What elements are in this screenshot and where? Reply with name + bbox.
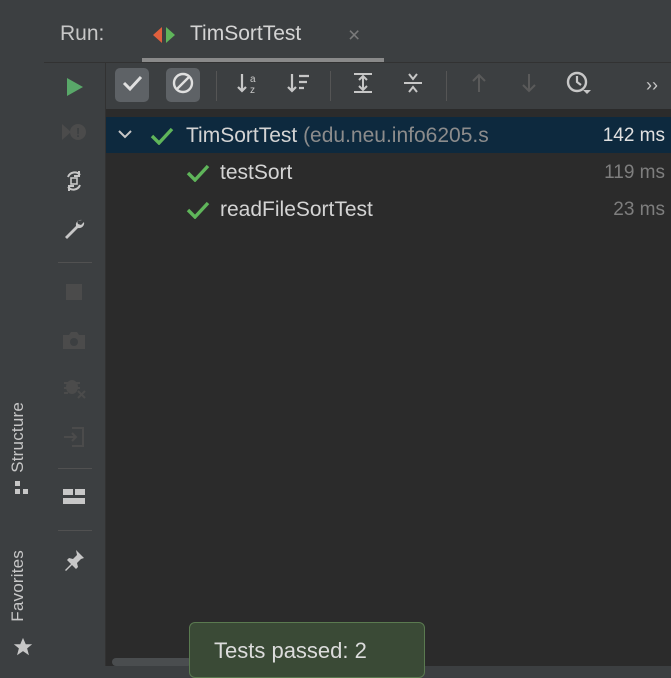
structure-icon [14, 480, 30, 501]
tab-underline [142, 58, 384, 62]
layout-button[interactable] [58, 483, 90, 515]
action-column: ! [44, 63, 106, 666]
tree-row-readfilesorttest[interactable]: readFileSortTest 23 ms [106, 191, 671, 227]
test-config-icon [152, 26, 178, 49]
down-arrow-icon [519, 71, 539, 100]
more-actions-button[interactable]: ›› [646, 75, 658, 96]
toast-text: Tests passed: 2 [214, 638, 367, 663]
test-history-button[interactable] [562, 68, 596, 102]
test-duration: 119 ms [604, 162, 665, 183]
root-test-duration: 142 ms [596, 125, 665, 147]
debug-button[interactable] [58, 373, 90, 405]
horizontal-scrollbar[interactable] [112, 658, 192, 666]
structure-tab[interactable]: Structure [8, 380, 38, 495]
debug-off-icon [61, 374, 87, 405]
next-failed-button[interactable] [512, 68, 546, 102]
run-icon [63, 76, 85, 103]
left-tool-strip: Structure Favorites [0, 0, 45, 666]
check-icon [186, 164, 210, 188]
collapse-all-icon [401, 71, 425, 100]
run-label: Run: [60, 22, 105, 45]
test-toolbar: az ›› [106, 63, 671, 109]
layout-icon [62, 487, 86, 512]
screenshot-button[interactable] [58, 326, 90, 358]
root-test-package: (edu.neu.info6205.s [297, 124, 489, 147]
sort-by-duration-button[interactable] [282, 68, 316, 102]
structure-tab-label: Structure [8, 402, 27, 473]
toolbar-separator [216, 71, 217, 101]
previous-failed-button[interactable] [462, 68, 496, 102]
show-ignored-icon [171, 71, 195, 100]
import-tests-button[interactable] [58, 423, 90, 455]
sort-duration-icon [286, 71, 312, 100]
toolbar-separator [330, 71, 331, 101]
sort-alpha-icon: az [236, 71, 262, 100]
show-ignored-button[interactable] [166, 68, 200, 102]
collapse-all-button[interactable] [396, 68, 430, 102]
check-icon [150, 127, 174, 151]
tab-timsorttest[interactable]: TimSortTest × [142, 0, 384, 62]
toggle-auto-test-button[interactable] [58, 167, 90, 199]
toolbar-separator [446, 71, 447, 101]
test-duration: 23 ms [613, 199, 665, 220]
history-icon [565, 70, 593, 101]
expand-all-icon [351, 71, 375, 100]
run-header: Run: TimSortTest × [44, 0, 671, 63]
show-passed-icon [121, 72, 143, 99]
rerun-failed-button[interactable]: ! [58, 118, 90, 150]
pin-tab-button[interactable] [58, 546, 90, 578]
expand-all-button[interactable] [346, 68, 380, 102]
tests-passed-toast[interactable]: Tests passed: 2 [189, 622, 425, 678]
test-name: testSort [220, 161, 293, 184]
action-separator [58, 530, 92, 531]
svg-text:a: a [250, 74, 256, 85]
svg-text:!: ! [76, 125, 80, 140]
check-icon [186, 201, 210, 225]
wrench-icon [62, 217, 86, 246]
toggle-auto-test-icon [62, 169, 86, 198]
stop-icon [64, 282, 84, 307]
camera-icon [61, 329, 87, 356]
favorites-tab[interactable]: Favorites [8, 538, 38, 634]
star-icon [12, 636, 34, 663]
favorites-tab-label: Favorites [8, 550, 27, 622]
chevron-down-icon[interactable] [116, 124, 134, 150]
show-passed-button[interactable] [115, 68, 149, 102]
settings-button[interactable] [58, 215, 90, 247]
close-tab-button[interactable]: × [348, 24, 360, 48]
test-name: readFileSortTest [220, 198, 373, 221]
action-separator [58, 262, 92, 263]
tree-row-testsort[interactable]: testSort 119 ms [106, 154, 671, 190]
svg-text:z: z [250, 85, 255, 95]
root-test-name: TimSortTest [186, 124, 298, 147]
test-results-tree: TimSortTest (edu.neu.info6205.s 142 ms t… [106, 109, 671, 666]
tab-title: TimSortTest [190, 22, 302, 45]
import-icon [62, 425, 86, 454]
tree-root-row[interactable]: TimSortTest (edu.neu.info6205.s 142 ms [106, 117, 671, 153]
run-button[interactable] [58, 73, 90, 105]
sort-alphabetically-button[interactable]: az [232, 68, 266, 102]
up-arrow-icon [469, 71, 489, 100]
stop-button[interactable] [58, 278, 90, 310]
action-separator [58, 468, 92, 469]
pin-icon [62, 548, 86, 577]
rerun-failed-icon: ! [60, 120, 88, 149]
